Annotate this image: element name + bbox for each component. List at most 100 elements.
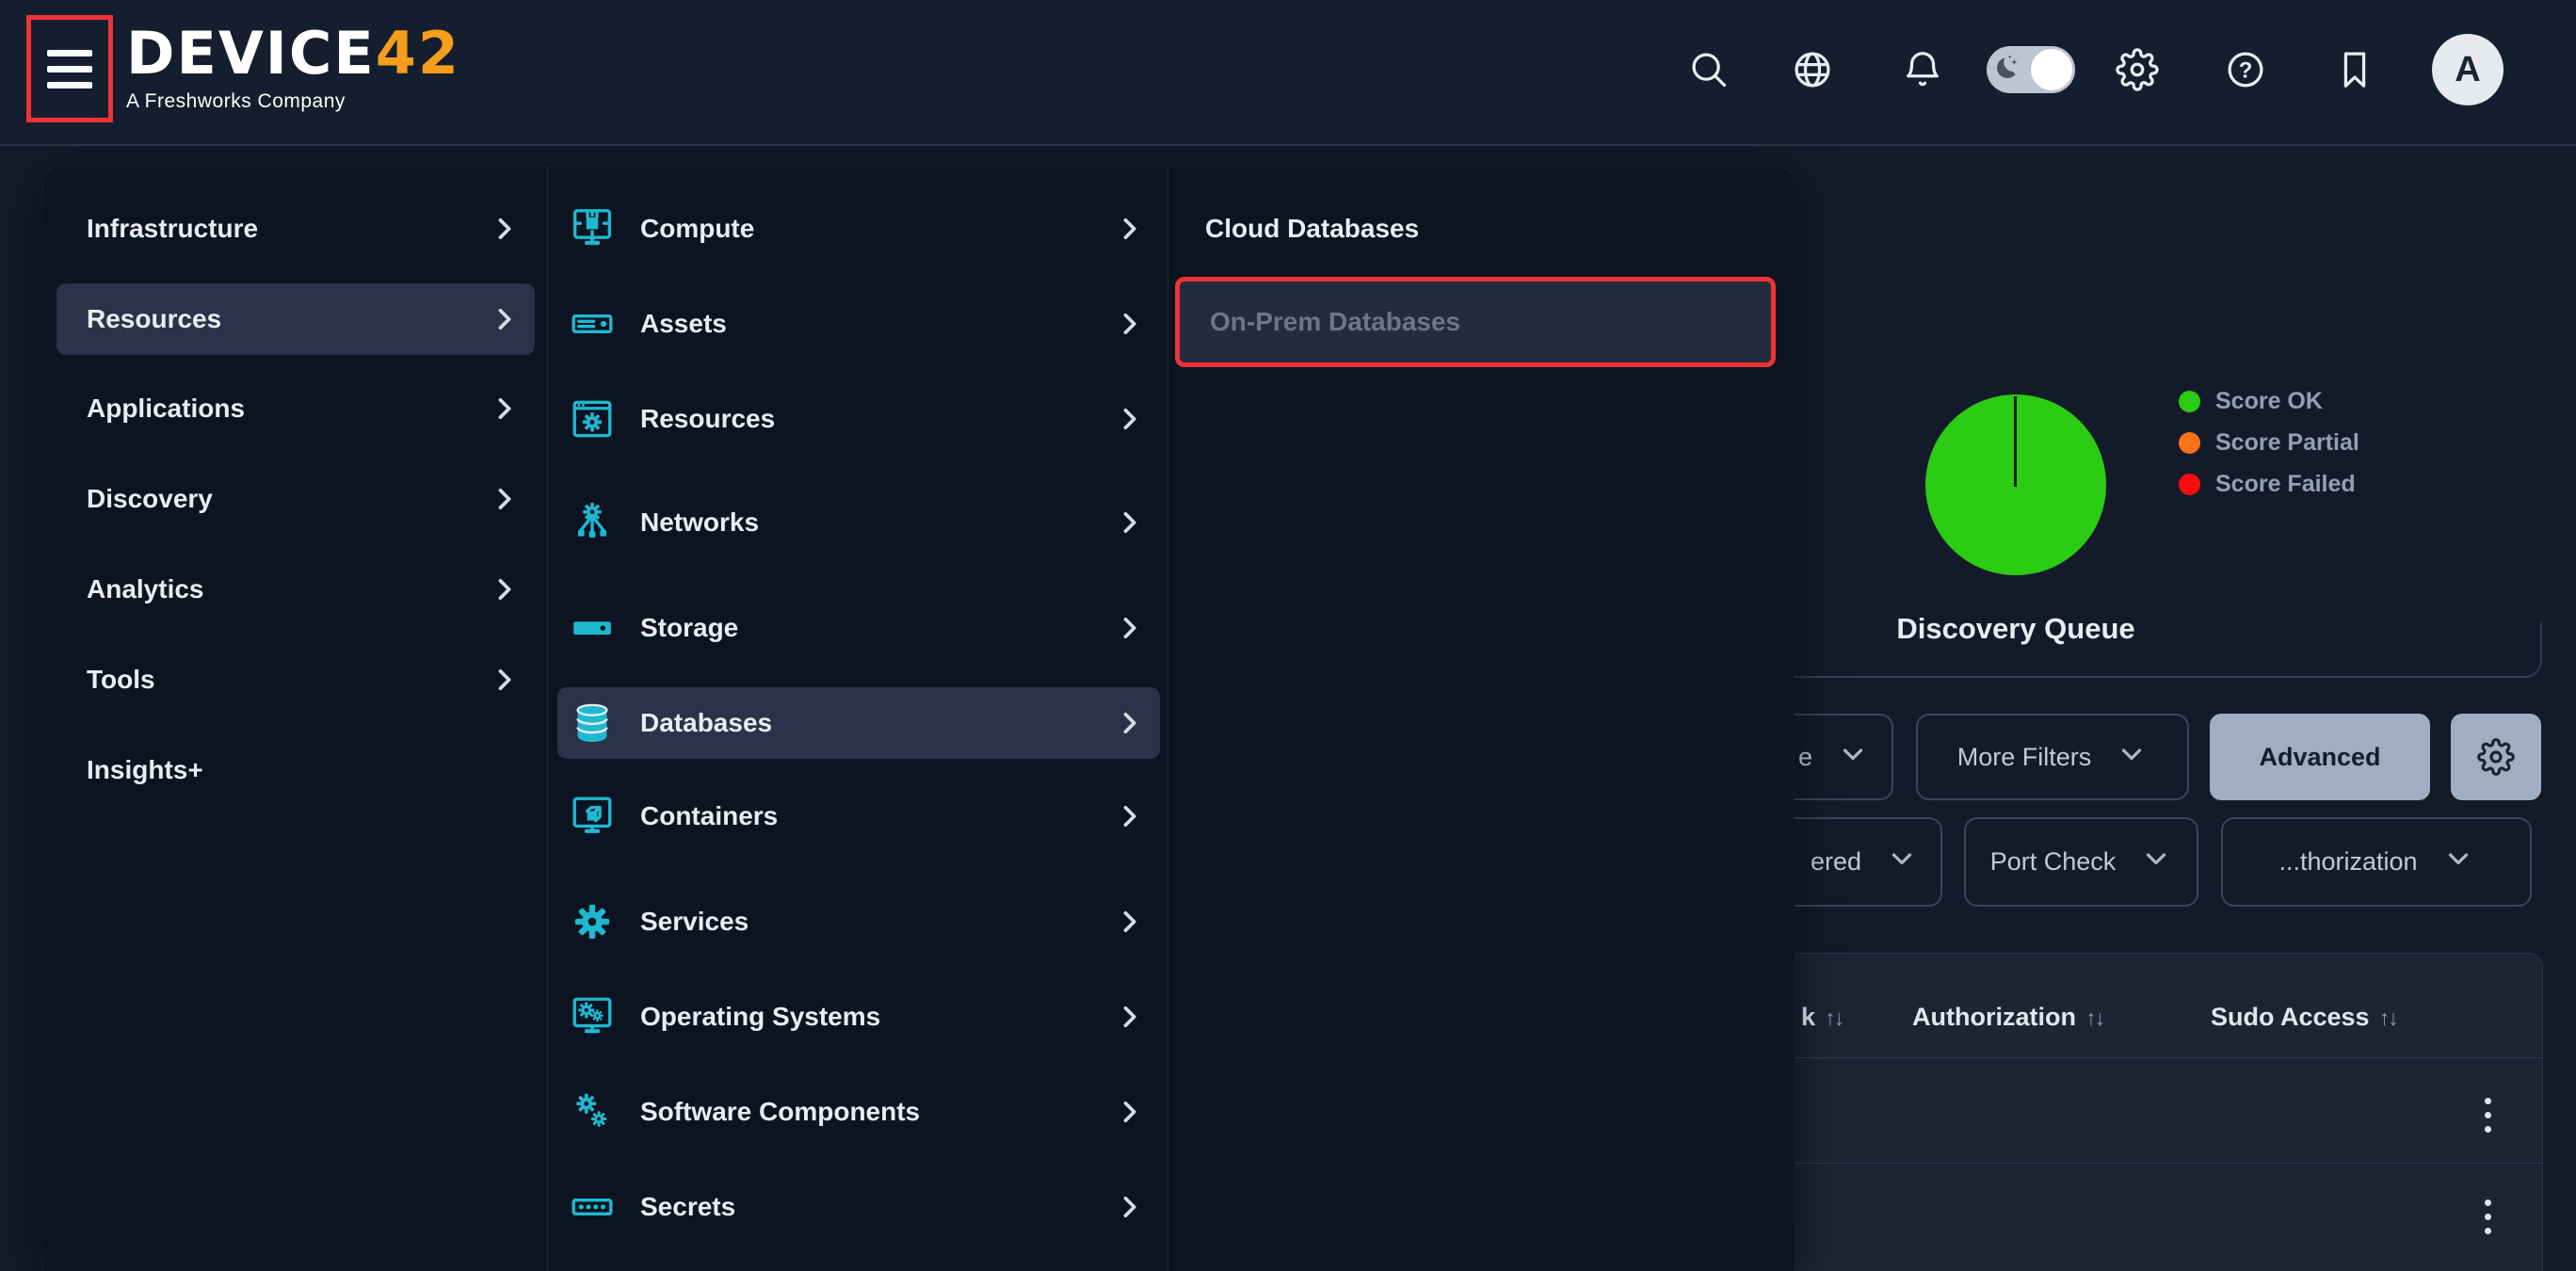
- app-logo[interactable]: DEVICE42 A Freshworks Company: [126, 24, 460, 113]
- gear-icon[interactable]: [2451, 714, 2541, 800]
- chart-title: Discovery Queue: [1827, 612, 2204, 646]
- sidebar-item-resources[interactable]: Resources: [56, 283, 535, 355]
- chevron-down-icon: [1837, 738, 1869, 777]
- chevron-right-icon: [1113, 213, 1145, 245]
- settings-icon[interactable]: [2116, 48, 2159, 91]
- search-icon[interactable]: [1687, 48, 1731, 91]
- legend-label: Score Failed: [2215, 471, 2356, 498]
- kebab-icon[interactable]: [2469, 1190, 2506, 1243]
- column-header-authorization[interactable]: Authorization↑↓: [1912, 1003, 2103, 1032]
- pie-slice-divider: [2014, 396, 2017, 487]
- sort-arrows-icon[interactable]: ↑↓: [2379, 1006, 2397, 1030]
- menu-item-containers[interactable]: Containers: [557, 780, 1160, 852]
- bell-icon[interactable]: [1901, 48, 1944, 91]
- logo-text: DEVICE42: [126, 24, 460, 83]
- menu-item-secrets[interactable]: Secrets: [557, 1171, 1160, 1243]
- chevron-right-icon: [488, 303, 520, 335]
- mega-menu: Infrastructure Resources Applications Disco…: [43, 168, 1794, 1271]
- logo-subtitle: A Freshworks Company: [126, 90, 460, 113]
- avatar[interactable]: A: [2432, 34, 2504, 105]
- menu-item-databases[interactable]: Databases: [557, 687, 1160, 759]
- services-icon: [569, 898, 616, 945]
- hamburger-menu[interactable]: [26, 15, 113, 122]
- menu-item-storage[interactable]: Storage: [557, 592, 1160, 664]
- chevron-right-icon: [1113, 906, 1145, 938]
- assets-icon: [569, 300, 616, 347]
- menu-item-resources[interactable]: Resources: [557, 383, 1160, 455]
- compute-icon: [569, 205, 616, 252]
- menu-item-assets[interactable]: Assets: [557, 288, 1160, 360]
- chevron-right-icon: [488, 664, 520, 696]
- dropdown-label: Port Check: [1990, 847, 2117, 877]
- menu-item-cloud-databases[interactable]: Cloud Databases: [1175, 193, 1776, 265]
- chevron-right-icon: [488, 213, 520, 245]
- help-icon[interactable]: ?: [2224, 48, 2267, 91]
- advanced-button[interactable]: Advanced: [2210, 714, 2430, 800]
- chevron-down-icon: [2442, 843, 2474, 881]
- svg-text:?: ?: [2239, 57, 2253, 83]
- software-components-icon: [569, 1088, 616, 1135]
- kebab-icon[interactable]: [2469, 1088, 2506, 1141]
- theme-toggle[interactable]: [1987, 46, 2075, 93]
- menu-item-networks[interactable]: Networks: [557, 487, 1160, 558]
- chevron-down-icon: [1886, 843, 1918, 881]
- menu-item-compute[interactable]: Compute: [557, 193, 1160, 265]
- menu-item-software-components[interactable]: Software Components: [557, 1076, 1160, 1148]
- column-header-sudo-access[interactable]: Sudo Access↑↓: [2211, 1003, 2397, 1032]
- top-navbar: DEVICE42 A Freshworks Company ? A: [0, 0, 2576, 146]
- menu-item-services[interactable]: Services: [557, 886, 1160, 957]
- chevron-right-icon: [1113, 1191, 1145, 1223]
- operating-systems-icon: [569, 993, 616, 1040]
- sort-arrows-icon[interactable]: ↑↓: [2085, 1006, 2103, 1030]
- chevron-right-icon: [1113, 507, 1145, 539]
- menu-divider: [1167, 168, 1168, 1271]
- globe-icon[interactable]: [1791, 48, 1834, 91]
- chevron-right-icon: [488, 573, 520, 605]
- toggle-knob: [2031, 49, 2072, 90]
- menu-divider: [547, 168, 548, 1271]
- chevron-down-icon: [2140, 843, 2172, 881]
- filter-dropdown[interactable]: Port Check: [1964, 817, 2198, 907]
- sort-arrows-icon[interactable]: ↑↓: [1825, 1006, 1843, 1030]
- chevron-right-icon: [488, 393, 520, 425]
- sidebar-item-tools[interactable]: Tools: [56, 644, 535, 716]
- networks-icon: [569, 499, 616, 546]
- column-header-k[interactable]: k↑↓: [1801, 1003, 1843, 1032]
- sidebar-item-analytics[interactable]: Analytics: [56, 554, 535, 625]
- sidebar-item-insights-[interactable]: Insights+: [56, 734, 535, 806]
- legend-label: Score OK: [2215, 388, 2323, 415]
- chevron-right-icon: [1113, 612, 1145, 644]
- sidebar-item-infrastructure[interactable]: Infrastructure: [56, 193, 535, 265]
- legend-item: Score OK: [2179, 380, 2359, 422]
- legend-item: Score Failed: [2179, 463, 2359, 505]
- chevron-right-icon: [1113, 1096, 1145, 1128]
- chevron-right-icon: [1113, 403, 1145, 435]
- dropdown-label: e: [1798, 743, 1812, 772]
- dropdown-label: More Filters: [1957, 743, 2092, 772]
- pie-legend: Score OK Score Partial Score Failed: [2179, 380, 2359, 505]
- sidebar-item-discovery[interactable]: Discovery: [56, 463, 535, 535]
- sidebar-item-applications[interactable]: Applications: [56, 373, 535, 444]
- legend-dot: [2179, 474, 2200, 495]
- legend-label: Score Partial: [2215, 429, 2359, 457]
- menu-item-operating-systems[interactable]: Operating Systems: [557, 981, 1160, 1053]
- storage-icon: [569, 604, 616, 652]
- bookmark-icon[interactable]: [2333, 48, 2376, 91]
- chevron-right-icon: [488, 483, 520, 515]
- dropdown-label: ered: [1811, 847, 1861, 877]
- chevron-down-icon: [2116, 738, 2148, 777]
- resources-icon: [569, 395, 616, 442]
- legend-dot: [2179, 391, 2200, 412]
- dropdown-label: ...thorization: [2278, 847, 2417, 877]
- legend-item: Score Partial: [2179, 422, 2359, 463]
- chevron-right-icon: [1113, 1001, 1145, 1033]
- secrets-icon: [569, 1183, 616, 1231]
- hamburger-icon: [47, 50, 92, 56]
- chevron-right-icon: [1113, 707, 1145, 739]
- filter-dropdown[interactable]: More Filters: [1916, 714, 2189, 800]
- menu-item-on-prem-databases[interactable]: On-Prem Databases: [1175, 277, 1776, 367]
- filter-dropdown[interactable]: ...thorization: [2221, 817, 2532, 907]
- chevron-right-icon: [1113, 800, 1145, 832]
- chevron-right-icon: [1113, 308, 1145, 340]
- databases-icon: [569, 700, 616, 747]
